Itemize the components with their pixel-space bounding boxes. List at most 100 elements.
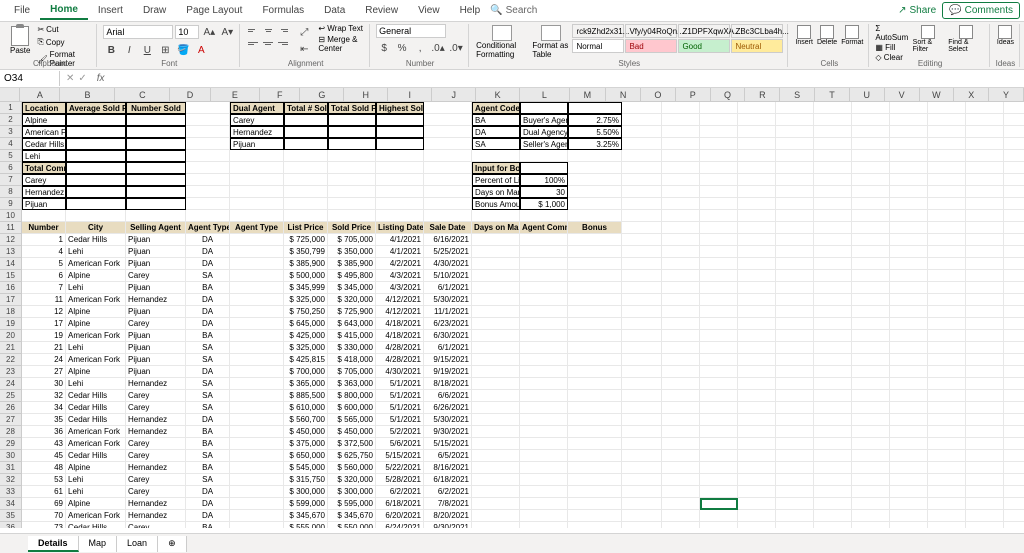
cell-I18[interactable]: 11/1/2021 bbox=[424, 306, 472, 318]
cell-K12[interactable] bbox=[520, 234, 568, 246]
cell-T16[interactable] bbox=[890, 282, 928, 294]
cell-S13[interactable] bbox=[852, 246, 890, 258]
cell-K5[interactable] bbox=[520, 150, 568, 162]
cell-O13[interactable] bbox=[700, 246, 738, 258]
cell-O35[interactable] bbox=[700, 510, 738, 522]
cell-D36[interactable]: BA bbox=[186, 522, 230, 528]
cell-K26[interactable] bbox=[520, 402, 568, 414]
cell-E26[interactable] bbox=[230, 402, 284, 414]
cell-A7[interactable]: Carey bbox=[22, 174, 66, 186]
cell-U12[interactable] bbox=[928, 234, 966, 246]
cell-A23[interactable]: 27 bbox=[22, 366, 66, 378]
cell-A17[interactable]: 11 bbox=[22, 294, 66, 306]
cell-W15[interactable] bbox=[1004, 270, 1024, 282]
currency-button[interactable]: $ bbox=[376, 40, 392, 56]
cell-L24[interactable] bbox=[568, 378, 622, 390]
cell-L4[interactable]: 3.25% bbox=[568, 138, 622, 150]
cell-M12[interactable] bbox=[622, 234, 662, 246]
cell-T18[interactable] bbox=[890, 306, 928, 318]
cell-W30[interactable] bbox=[1004, 450, 1024, 462]
cell-H10[interactable] bbox=[376, 210, 424, 222]
align-center[interactable] bbox=[261, 37, 275, 49]
new-sheet-button[interactable]: ⊕ bbox=[158, 536, 187, 552]
cell-U10[interactable] bbox=[928, 210, 966, 222]
conditional-formatting-button[interactable]: Conditional Formatting bbox=[475, 24, 529, 60]
cell-I6[interactable] bbox=[424, 162, 472, 174]
increase-decimal[interactable]: .0▴ bbox=[430, 40, 446, 56]
cell-S30[interactable] bbox=[852, 450, 890, 462]
cell-D12[interactable]: DA bbox=[186, 234, 230, 246]
cell-I23[interactable]: 9/19/2021 bbox=[424, 366, 472, 378]
cell-B29[interactable]: American Fork bbox=[66, 438, 126, 450]
cell-J31[interactable] bbox=[472, 462, 520, 474]
cell-D29[interactable]: BA bbox=[186, 438, 230, 450]
row-header-2[interactable]: 2 bbox=[0, 114, 22, 126]
cell-W17[interactable] bbox=[1004, 294, 1024, 306]
tab-insert[interactable]: Insert bbox=[88, 2, 133, 19]
spreadsheet-grid[interactable]: ABCDEFGHIJKLMNOPQRSTUVWXY 12345678910111… bbox=[0, 88, 1024, 528]
cell-K24[interactable] bbox=[520, 378, 568, 390]
cell-F33[interactable]: $ 300,000 bbox=[284, 486, 328, 498]
cell-Q3[interactable] bbox=[776, 126, 814, 138]
row-header-12[interactable]: 12 bbox=[0, 234, 22, 246]
cell-P22[interactable] bbox=[738, 354, 776, 366]
cell-L13[interactable] bbox=[568, 246, 622, 258]
row-header-6[interactable]: 6 bbox=[0, 162, 22, 174]
cell-H24[interactable]: 5/1/2021 bbox=[376, 378, 424, 390]
cell-K18[interactable] bbox=[520, 306, 568, 318]
cell-I20[interactable]: 6/30/2021 bbox=[424, 330, 472, 342]
cell-U19[interactable] bbox=[928, 318, 966, 330]
cell-M9[interactable] bbox=[622, 198, 662, 210]
cell-C8[interactable] bbox=[126, 186, 186, 198]
cell-F20[interactable]: $ 425,000 bbox=[284, 330, 328, 342]
col-header-Q[interactable]: Q bbox=[711, 88, 746, 102]
col-header-X[interactable]: X bbox=[954, 88, 989, 102]
cell-M8[interactable] bbox=[622, 186, 662, 198]
cell-H6[interactable] bbox=[376, 162, 424, 174]
cell-Q33[interactable] bbox=[776, 486, 814, 498]
cell-R31[interactable] bbox=[814, 462, 852, 474]
cell-N6[interactable] bbox=[662, 162, 700, 174]
cell-F10[interactable] bbox=[284, 210, 328, 222]
cell-I21[interactable]: 6/1/2021 bbox=[424, 342, 472, 354]
cell-Q9[interactable] bbox=[776, 198, 814, 210]
cell-A9[interactable]: Pijuan bbox=[22, 198, 66, 210]
cell-W33[interactable] bbox=[1004, 486, 1024, 498]
cell-A15[interactable]: 6 bbox=[22, 270, 66, 282]
cell-D6[interactable] bbox=[186, 162, 230, 174]
font-family-select[interactable] bbox=[103, 25, 173, 39]
cell-A18[interactable]: 12 bbox=[22, 306, 66, 318]
cell-T9[interactable] bbox=[890, 198, 928, 210]
cell-Q32[interactable] bbox=[776, 474, 814, 486]
cell-R2[interactable] bbox=[814, 114, 852, 126]
cell-F3[interactable] bbox=[284, 126, 328, 138]
cell-H21[interactable]: 4/28/2021 bbox=[376, 342, 424, 354]
tab-home[interactable]: Home bbox=[40, 1, 88, 20]
cell-O22[interactable] bbox=[700, 354, 738, 366]
cell-M24[interactable] bbox=[622, 378, 662, 390]
cell-T1[interactable] bbox=[890, 102, 928, 114]
cell-W5[interactable] bbox=[1004, 150, 1024, 162]
cell-I30[interactable]: 6/5/2021 bbox=[424, 450, 472, 462]
cell-H28[interactable]: 5/2/2021 bbox=[376, 426, 424, 438]
cell-V3[interactable] bbox=[966, 126, 1004, 138]
cell-M14[interactable] bbox=[622, 258, 662, 270]
cell-G18[interactable]: $ 725,900 bbox=[328, 306, 376, 318]
cell-R25[interactable] bbox=[814, 390, 852, 402]
cell-K32[interactable] bbox=[520, 474, 568, 486]
row-header-32[interactable]: 32 bbox=[0, 474, 22, 486]
cell-L8[interactable] bbox=[568, 186, 622, 198]
cell-U18[interactable] bbox=[928, 306, 966, 318]
underline-button[interactable]: U bbox=[139, 42, 155, 58]
cell-N4[interactable] bbox=[662, 138, 700, 150]
cell-E29[interactable] bbox=[230, 438, 284, 450]
cell-F32[interactable]: $ 315,750 bbox=[284, 474, 328, 486]
cell-N33[interactable] bbox=[662, 486, 700, 498]
cell-O32[interactable] bbox=[700, 474, 738, 486]
cell-G5[interactable] bbox=[328, 150, 376, 162]
row-header-16[interactable]: 16 bbox=[0, 282, 22, 294]
cell-M7[interactable] bbox=[622, 174, 662, 186]
cell-W8[interactable] bbox=[1004, 186, 1024, 198]
cell-R12[interactable] bbox=[814, 234, 852, 246]
cell-I15[interactable]: 5/10/2021 bbox=[424, 270, 472, 282]
